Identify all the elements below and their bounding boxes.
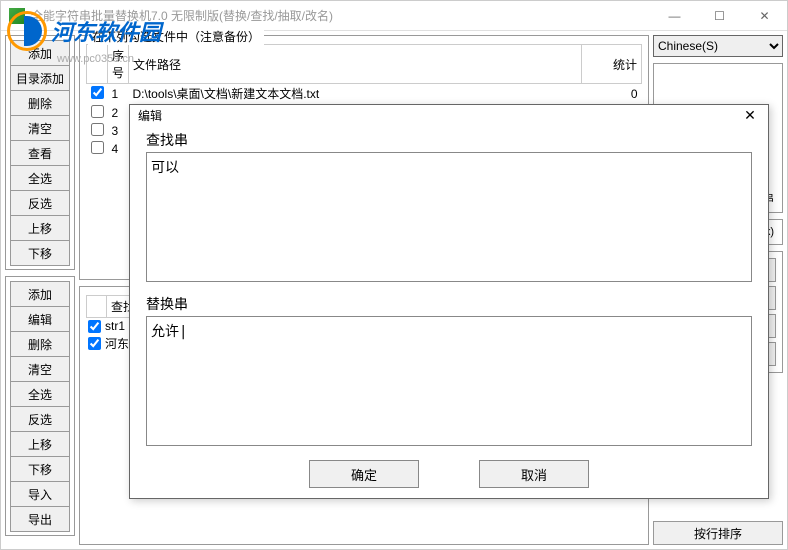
titlebar: 全能字符串批量替换机7.0 无限制版(替换/查找/抽取/改名) — ☐ ✕: [1, 1, 787, 31]
dialog-title: 编辑: [138, 107, 740, 124]
string-checkbox[interactable]: [88, 337, 101, 350]
maximize-button[interactable]: ☐: [697, 1, 742, 31]
string-label: str1: [105, 319, 125, 333]
minimize-button[interactable]: —: [652, 1, 697, 31]
row-idx: 3: [108, 122, 129, 140]
row-idx: 2: [108, 103, 129, 122]
col-path[interactable]: 文件路径: [129, 45, 582, 84]
left-button-column: 添加目录添加删除清空查看全选反选上移下移 添加编辑删除清空全选反选上移下移导入导…: [5, 35, 75, 545]
file-btn-全选[interactable]: 全选: [10, 165, 70, 191]
dialog-titlebar[interactable]: 编辑 ✕: [130, 105, 768, 126]
file-btn-下移[interactable]: 下移: [10, 240, 70, 266]
file-btn-清空[interactable]: 清空: [10, 115, 70, 141]
table-row[interactable]: 1 D:\tools\桌面\文档\新建文本文档.txt 0: [87, 84, 642, 104]
string-btn-下移[interactable]: 下移: [10, 456, 70, 482]
replace-label: 替换串: [146, 294, 752, 314]
file-btn-查看[interactable]: 查看: [10, 140, 70, 166]
string-btn-全选[interactable]: 全选: [10, 381, 70, 407]
col-seq[interactable]: 序号: [108, 45, 129, 84]
file-buttons-panel: 添加目录添加删除清空查看全选反选上移下移: [5, 35, 75, 270]
string-btn-导出[interactable]: 导出: [10, 506, 70, 532]
string-btn-导入[interactable]: 导入: [10, 481, 70, 507]
strcol-check[interactable]: [87, 296, 107, 318]
row-checkbox[interactable]: [91, 86, 104, 99]
file-btn-添加[interactable]: 添加: [10, 40, 70, 66]
string-checkbox[interactable]: [88, 320, 101, 333]
row-idx: 1: [108, 84, 129, 104]
sort-by-line-button[interactable]: 按行排序: [653, 521, 783, 545]
row-checkbox[interactable]: [91, 123, 104, 136]
dialog-close-icon[interactable]: ✕: [740, 106, 760, 126]
col-check[interactable]: [87, 45, 108, 84]
string-label: 河东: [105, 335, 129, 352]
find-textarea[interactable]: [146, 152, 752, 282]
app-icon: [9, 8, 25, 24]
file-btn-目录添加[interactable]: 目录添加: [10, 65, 70, 91]
edit-dialog: 编辑 ✕ 查找串 替换串 确定 取消: [129, 104, 769, 499]
file-btn-删除[interactable]: 删除: [10, 90, 70, 116]
row-checkbox[interactable]: [91, 105, 104, 118]
row-checkbox[interactable]: [91, 141, 104, 154]
string-btn-删除[interactable]: 删除: [10, 331, 70, 357]
file-btn-反选[interactable]: 反选: [10, 190, 70, 216]
file-list-legend: 在下列勾选文件中（注意备份）: [88, 28, 264, 45]
string-btn-编辑[interactable]: 编辑: [10, 306, 70, 332]
replace-textarea[interactable]: [146, 316, 752, 446]
row-path: D:\tools\桌面\文档\新建文本文档.txt: [129, 84, 582, 104]
string-btn-清空[interactable]: 清空: [10, 356, 70, 382]
ok-button[interactable]: 确定: [309, 460, 419, 488]
language-select[interactable]: Chinese(S): [653, 35, 783, 57]
string-buttons-panel: 添加编辑删除清空全选反选上移下移导入导出: [5, 276, 75, 536]
close-button[interactable]: ✕: [742, 1, 787, 31]
cancel-button[interactable]: 取消: [479, 460, 589, 488]
row-idx: 4: [108, 140, 129, 158]
row-stat: 0: [582, 84, 642, 104]
string-btn-上移[interactable]: 上移: [10, 431, 70, 457]
string-btn-添加[interactable]: 添加: [10, 281, 70, 307]
find-label: 查找串: [146, 130, 752, 150]
string-btn-反选[interactable]: 反选: [10, 406, 70, 432]
window-title: 全能字符串批量替换机7.0 无限制版(替换/查找/抽取/改名): [31, 7, 652, 24]
file-btn-上移[interactable]: 上移: [10, 215, 70, 241]
col-stat[interactable]: 统计: [582, 45, 642, 84]
